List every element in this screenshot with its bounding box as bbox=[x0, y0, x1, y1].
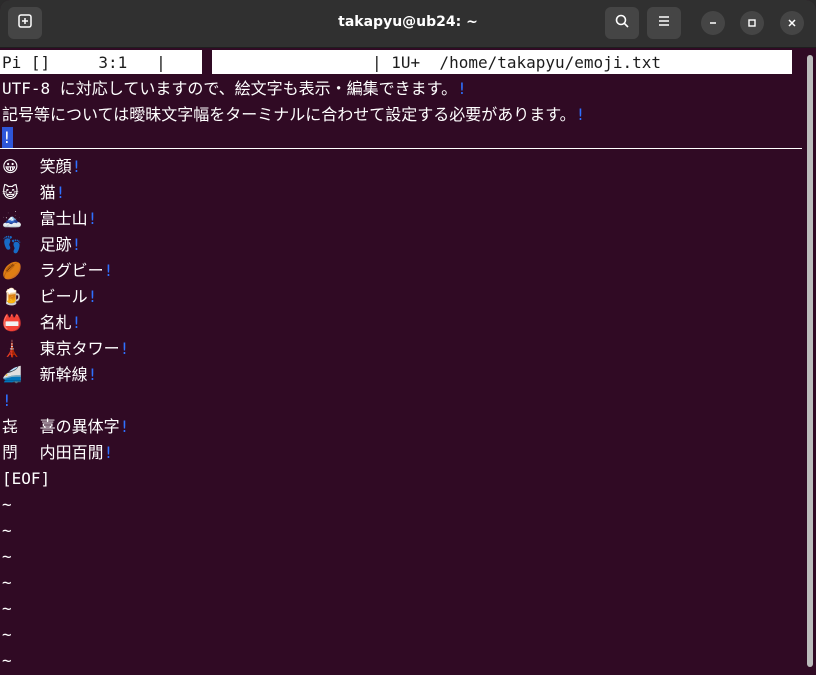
line-end-mark: ! bbox=[87, 365, 98, 384]
list-item-text: 猫 bbox=[39, 183, 56, 202]
list-item: 㐂 喜の異体字! bbox=[2, 414, 129, 440]
line-end-mark: ! bbox=[71, 157, 82, 176]
kanji-variant-glyph: 閅 bbox=[2, 443, 19, 462]
bullet-train-icon: 🚄 bbox=[2, 365, 22, 384]
menu-button[interactable] bbox=[647, 7, 681, 39]
list-item: 😀 笑顔! bbox=[2, 154, 81, 180]
text-line: UTF-8 に対応していますので、絵文字も表示・編集できます。! bbox=[2, 76, 467, 102]
maximize-icon bbox=[746, 14, 758, 33]
line-end-mark: ! bbox=[119, 417, 130, 436]
empty-line-tilde: ~ bbox=[2, 547, 12, 566]
cursor-line-underline bbox=[0, 148, 802, 149]
empty-line-tilde: ~ bbox=[2, 495, 12, 514]
list-item-text: 東京タワー bbox=[39, 339, 120, 358]
line-end-mark: ! bbox=[457, 79, 467, 98]
list-item-text: ビール bbox=[39, 287, 88, 306]
list-item-text: 笑顔 bbox=[39, 157, 72, 176]
maximize-button[interactable] bbox=[740, 11, 764, 35]
cat-face-icon: 😺 bbox=[2, 183, 19, 202]
empty-line-tilde: ~ bbox=[2, 573, 12, 592]
list-item-text: 富士山 bbox=[39, 209, 88, 228]
empty-line-tilde: ~ bbox=[2, 625, 12, 644]
line-end-mark: ! bbox=[71, 235, 82, 254]
list-item: 🗼 東京タワー! bbox=[2, 336, 129, 362]
mount-fuji-icon: 🗻 bbox=[2, 209, 22, 228]
text-cursor: ! bbox=[2, 126, 13, 149]
minimize-button[interactable] bbox=[701, 11, 725, 35]
header-bar: takapyu@ub24: ~ bbox=[0, 0, 816, 48]
search-button[interactable] bbox=[605, 7, 639, 39]
kanji-variant-glyph: 㐂 bbox=[2, 417, 19, 436]
line-end-mark: ! bbox=[87, 287, 98, 306]
list-item-text: 新幹線 bbox=[39, 365, 88, 384]
tokyo-tower-icon: 🗼 bbox=[2, 339, 22, 358]
empty-line-tilde: ~ bbox=[2, 651, 12, 670]
rugby-ball-icon: 🏉 bbox=[2, 261, 22, 280]
list-item: 🍺 ビール! bbox=[2, 284, 97, 310]
text-line: 記号等については曖昧文字幅をターミナルに合わせて設定する必要があります。! bbox=[2, 102, 585, 128]
list-item-text: 名札 bbox=[39, 313, 72, 332]
empty-line-tilde: ~ bbox=[2, 599, 12, 618]
name-badge-icon: 📛 bbox=[2, 313, 22, 332]
line-end-mark: ! bbox=[119, 339, 130, 358]
text-line-content: UTF-8 に対応していますので、絵文字も表示・編集できます。 bbox=[2, 79, 458, 98]
line-end-mark: ! bbox=[71, 313, 82, 332]
list-item-text: 内田百閒 bbox=[39, 443, 104, 462]
empty-line-mark: ! bbox=[2, 391, 12, 410]
terminal-window: takapyu@ub24: ~ Pi [] 3:1 | | 1U+ /home/… bbox=[0, 0, 816, 675]
list-item: 📛 名札! bbox=[2, 310, 81, 336]
close-icon bbox=[786, 14, 798, 33]
vertical-scrollbar[interactable] bbox=[807, 55, 813, 667]
editor-status-left: Pi [] 3:1 | bbox=[0, 50, 202, 74]
list-item: 🗻 富士山! bbox=[2, 206, 97, 232]
list-item: 閅 内田百閒! bbox=[2, 440, 113, 466]
close-button[interactable] bbox=[780, 11, 804, 35]
text-line-content: 記号等については曖昧文字幅をターミナルに合わせて設定する必要があります。 bbox=[2, 105, 576, 124]
empty-line-tilde: ~ bbox=[2, 521, 12, 540]
list-item: 👣 足跡! bbox=[2, 232, 81, 258]
list-item-text: 足跡 bbox=[39, 235, 72, 254]
eof-marker: [EOF] bbox=[2, 469, 51, 488]
footprints-icon: 👣 bbox=[2, 235, 22, 254]
search-icon bbox=[614, 13, 630, 33]
cursor-line: ! bbox=[2, 124, 13, 150]
line-end-mark: ! bbox=[103, 261, 114, 280]
line-end-mark: ! bbox=[55, 183, 66, 202]
line-end-mark: ! bbox=[575, 105, 586, 124]
beer-mug-icon: 🍺 bbox=[2, 287, 22, 306]
list-item: 😺 猫! bbox=[2, 180, 65, 206]
list-item-text: ラグビー bbox=[39, 261, 104, 280]
list-item: 🚄 新幹線! bbox=[2, 362, 97, 388]
list-item-text: 喜の異体字 bbox=[39, 417, 120, 436]
hamburger-menu-icon bbox=[656, 13, 672, 33]
line-end-mark: ! bbox=[87, 209, 98, 228]
minimize-icon bbox=[707, 14, 719, 33]
terminal-content[interactable]: Pi [] 3:1 | | 1U+ /home/takapyu/emoji.tx… bbox=[0, 48, 804, 675]
list-item: 🏉 ラグビー! bbox=[2, 258, 113, 284]
grinning-face-icon: 😀 bbox=[2, 157, 19, 176]
line-end-mark: ! bbox=[103, 443, 114, 462]
editor-status-right: | 1U+ /home/takapyu/emoji.txt bbox=[212, 50, 792, 74]
window-title: takapyu@ub24: ~ bbox=[338, 14, 478, 30]
